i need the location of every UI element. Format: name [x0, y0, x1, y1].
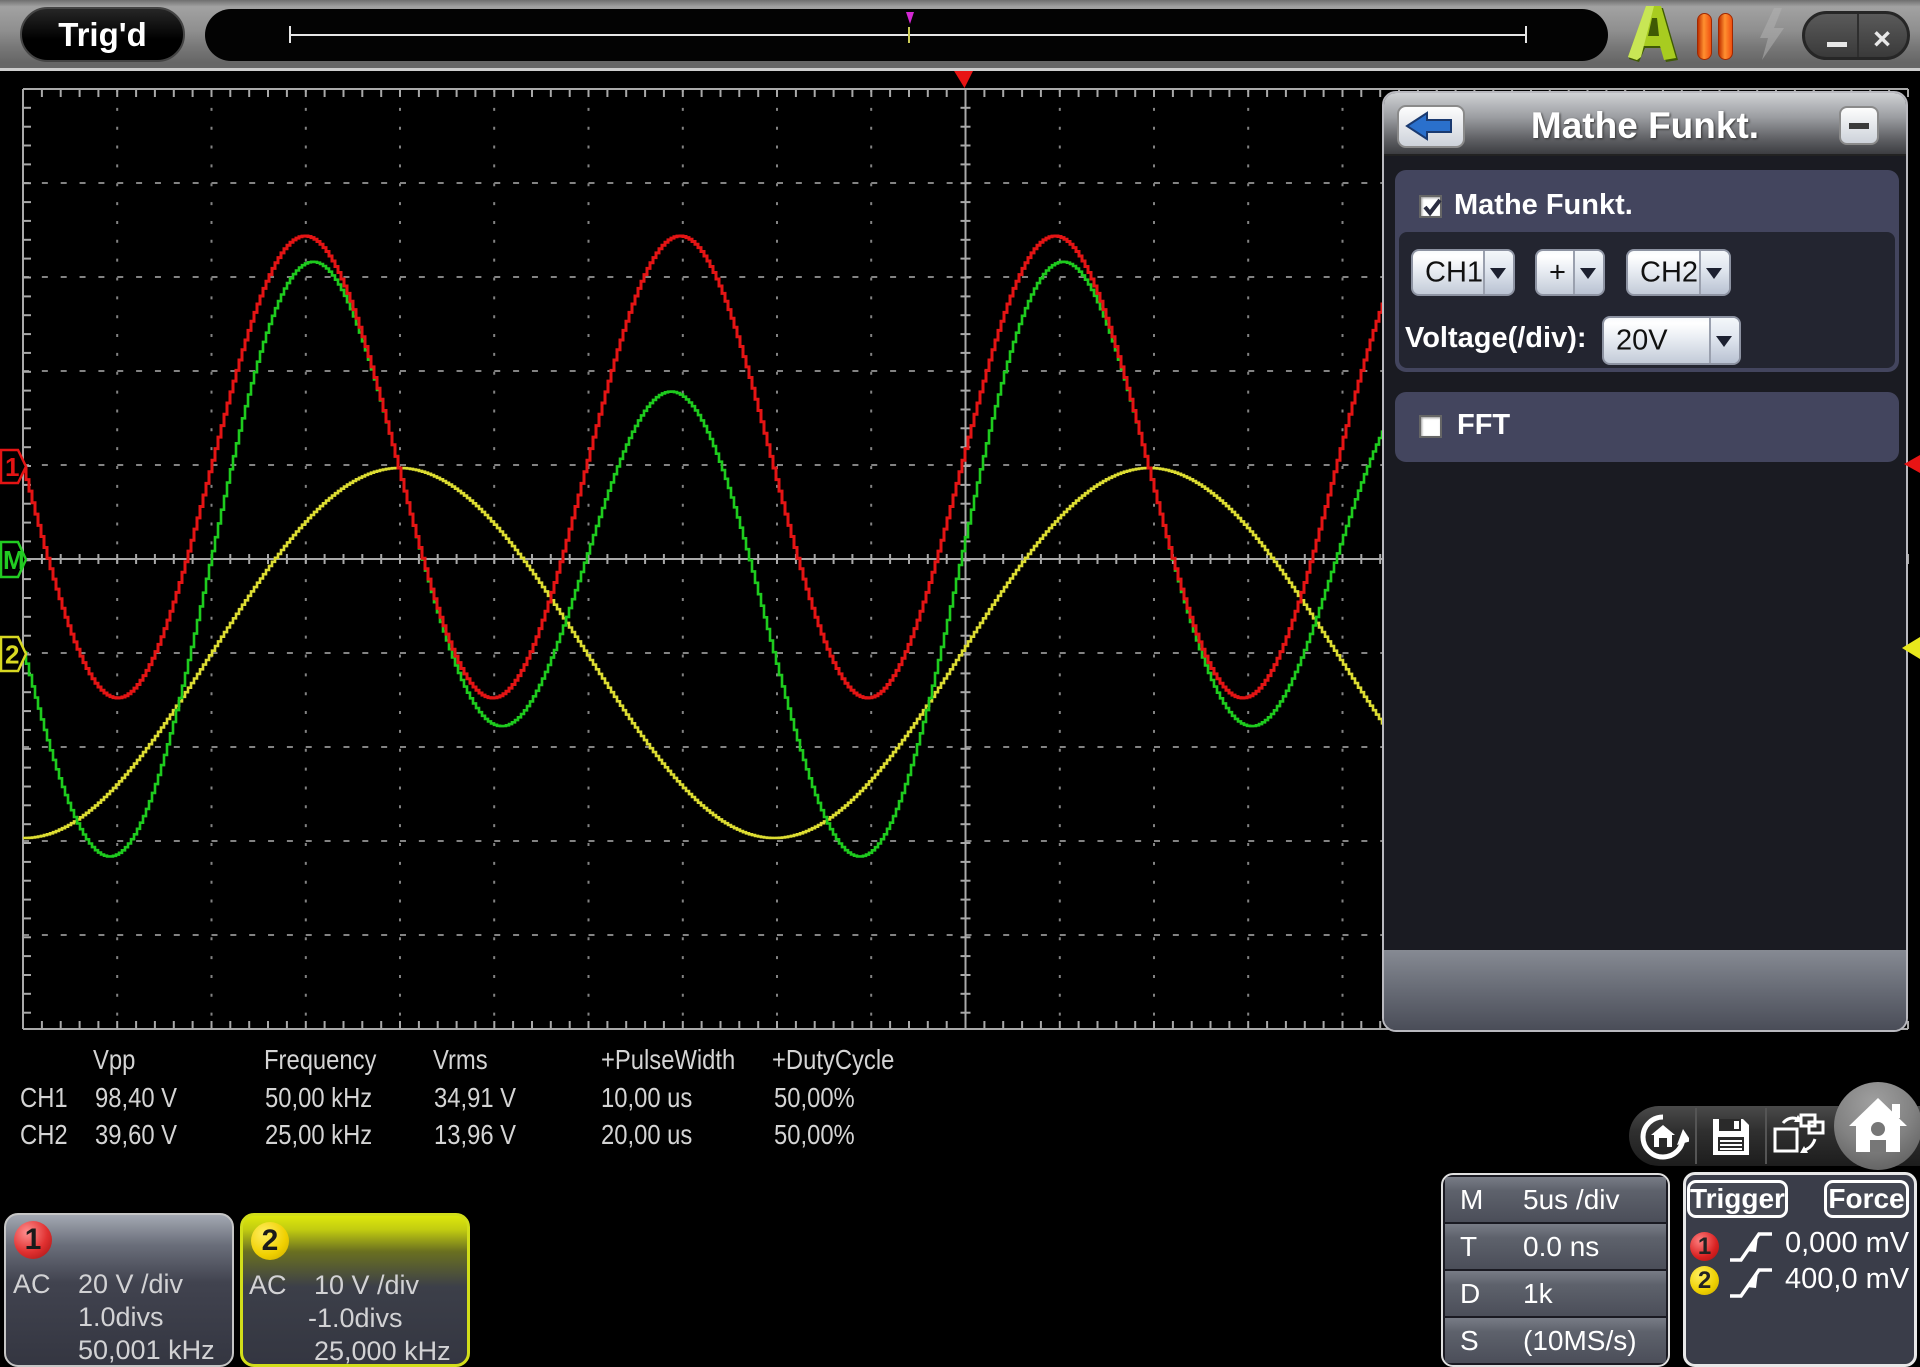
svg-text:1: 1 [5, 452, 19, 482]
svg-text:M: M [3, 545, 25, 575]
svg-text:2: 2 [5, 639, 19, 669]
